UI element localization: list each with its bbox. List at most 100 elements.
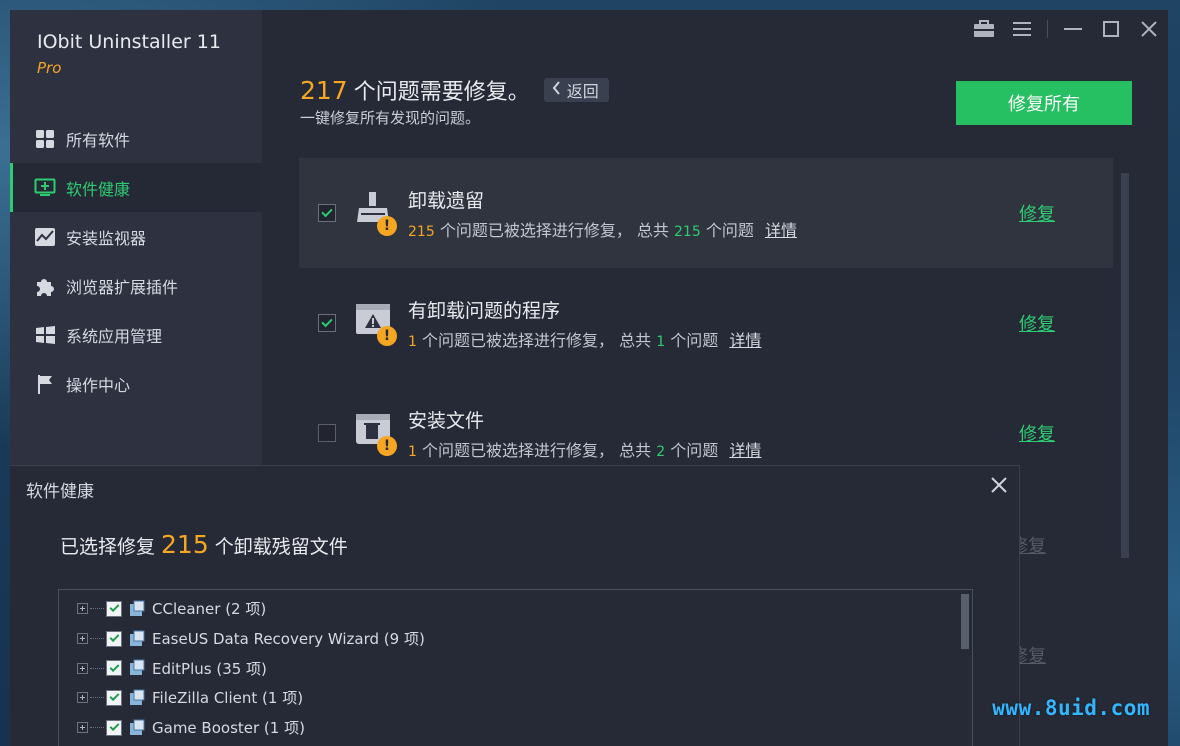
issue-desc-text: 个问题 [670,331,719,350]
grid-icon [34,128,56,150]
sidebar-item-label: 浏览器扩展插件 [66,277,179,297]
dialog-headline: 已选择修复 215 个卸载残留文件 [60,530,348,559]
tree-item-label: CCleaner (2 项) [152,600,267,619]
sidebar-nav: 所有软件 软件健康 安装监视器 浏览器扩展插件 系统应用管理 操作中心 [10,114,262,408]
window-controls [965,16,1168,42]
sidebar-item-label: 安装监视器 [66,228,147,248]
issue-checkbox[interactable] [318,204,336,222]
issue-desc-text: 个问题已被选择进行修复， 总共 [439,221,669,240]
dialog-count: 215 [161,530,209,559]
details-link[interactable]: 详情 [729,441,761,460]
expand-icon[interactable] [77,662,88,674]
chart-line-icon [34,226,56,248]
flag-icon [34,373,56,395]
issue-checkbox[interactable] [318,314,336,332]
sidebar-item-install-monitor[interactable]: 安装监视器 [10,212,262,261]
warning-icon: ! [377,216,397,236]
tree-scrollbar[interactable] [961,594,969,649]
issue-description: 215 个问题已被选择进行修复， 总共 215 个问题 详情 [408,217,797,241]
app-title: IObit Uninstaller 11 [37,31,221,53]
issue-description: 1 个问题已被选择进行修复， 总共 2 个问题 详情 [408,437,761,461]
selected-count: 1 [408,444,417,460]
watermark: www.8uid.com [992,696,1150,720]
windows-logo-icon [34,324,56,346]
toolbox-icon[interactable] [965,16,1003,42]
fix-link[interactable]: 修复 [1019,200,1055,226]
expand-icon[interactable] [77,603,88,615]
total-count: 2 [656,444,666,460]
app-icon [128,719,146,737]
scrollbar[interactable] [1121,173,1129,558]
sidebar-item-system-apps[interactable]: 系统应用管理 [10,310,262,359]
tree-checkbox[interactable] [106,630,122,647]
back-label: 返回 [566,82,599,101]
page-subtitle: 一键修复所有发现的问题。 [300,109,481,127]
sidebar-item-label: 所有软件 [66,130,131,150]
warning-icon: ! [377,436,397,456]
details-link[interactable]: 详情 [765,221,797,240]
total-count: 215 [674,224,701,240]
maximize-icon[interactable] [1092,16,1130,42]
issue-title: 卸载遗留 [408,190,485,212]
dialog-headline-prefix: 已选择修复 [60,536,156,558]
menu-icon[interactable] [1003,16,1041,42]
issue-row-leftovers[interactable]: ! 卸载遗留 215 个问题已被选择进行修复， 总共 215 个问题 详情 修复 [299,158,1113,268]
tree-item-label: EditPlus (35 项) [152,659,267,678]
sidebar-item-browser-extensions[interactable]: 浏览器扩展插件 [10,261,262,310]
sidebar-item-software-health[interactable]: 软件健康 [10,163,262,212]
issue-desc-text: 个问题 [705,221,754,240]
issue-description: 1 个问题已被选择进行修复， 总共 1 个问题 详情 [408,327,761,351]
issue-desc-text: 个问题 [670,441,719,460]
sidebar-item-all-software[interactable]: 所有软件 [10,114,262,163]
selected-count: 1 [408,334,417,350]
minimize-icon[interactable] [1054,16,1092,42]
issue-count: 217 [300,75,348,105]
issue-desc-text: 个问题已被选择进行修复， 总共 [422,441,652,460]
details-link[interactable]: 详情 [729,331,761,350]
expand-icon[interactable] [77,692,88,704]
close-icon[interactable] [991,474,1007,499]
tree-checkbox[interactable] [106,660,122,677]
brand: IObit Uninstaller 11 Pro [37,31,221,77]
app-icon [128,600,146,618]
issue-row-problem-programs[interactable]: ! 有卸载问题的程序 1 个问题已被选择进行修复， 总共 1 个问题 详情 修复 [299,268,1113,378]
expand-icon[interactable] [77,722,88,734]
app-icon [128,659,146,677]
tree-row[interactable]: CCleaner (2 项) [59,594,972,624]
sidebar-item-label: 软件健康 [66,179,131,199]
selected-count: 215 [408,224,435,240]
tree-item-label: FileZilla Client (1 项) [152,689,304,708]
headline-text: 个问题需要修复。 [353,80,530,105]
tree-item-label: Game Booster (1 项) [152,719,305,738]
dialog-title: 软件健康 [26,482,94,502]
dialog-headline-suffix: 个卸载残留文件 [214,536,348,558]
page-title: 217 个问题需要修复。 返回 [300,74,609,106]
issue-checkbox[interactable] [318,424,336,442]
expand-icon[interactable] [77,633,88,645]
tree-row[interactable]: FileZilla Client (1 项) [59,683,972,713]
fix-all-button[interactable]: 修复所有 [956,81,1132,125]
sidebar-item-label: 系统应用管理 [66,326,163,346]
health-monitor-icon [34,177,56,199]
tree-item-label: EaseUS Data Recovery Wizard (9 项) [152,630,425,649]
app-icon [128,630,146,648]
tree-row[interactable]: EditPlus (35 项) [59,653,972,683]
warning-icon: ! [377,326,397,346]
tree-row[interactable]: EaseUS Data Recovery Wizard (9 项) [59,624,972,654]
app-icon [128,689,146,707]
chevron-left-icon [552,81,561,99]
tree-checkbox[interactable] [106,689,122,706]
fix-link[interactable]: 修复 [1019,310,1055,336]
back-button[interactable]: 返回 [543,78,609,102]
divider [1047,20,1048,38]
sidebar-item-action-center[interactable]: 操作中心 [10,359,262,408]
leftover-tree: CCleaner (2 项) EaseUS Data Recovery Wiza… [58,589,973,746]
tree-checkbox[interactable] [106,719,122,736]
tree-row[interactable]: Game Booster (1 项) [59,713,972,743]
issue-desc-text: 个问题已被选择进行修复， 总共 [422,331,652,350]
close-icon[interactable] [1130,16,1168,42]
sidebar-item-label: 操作中心 [66,375,131,395]
tree-checkbox[interactable] [106,600,122,617]
puzzle-icon [34,275,56,297]
fix-link[interactable]: 修复 [1019,420,1055,446]
